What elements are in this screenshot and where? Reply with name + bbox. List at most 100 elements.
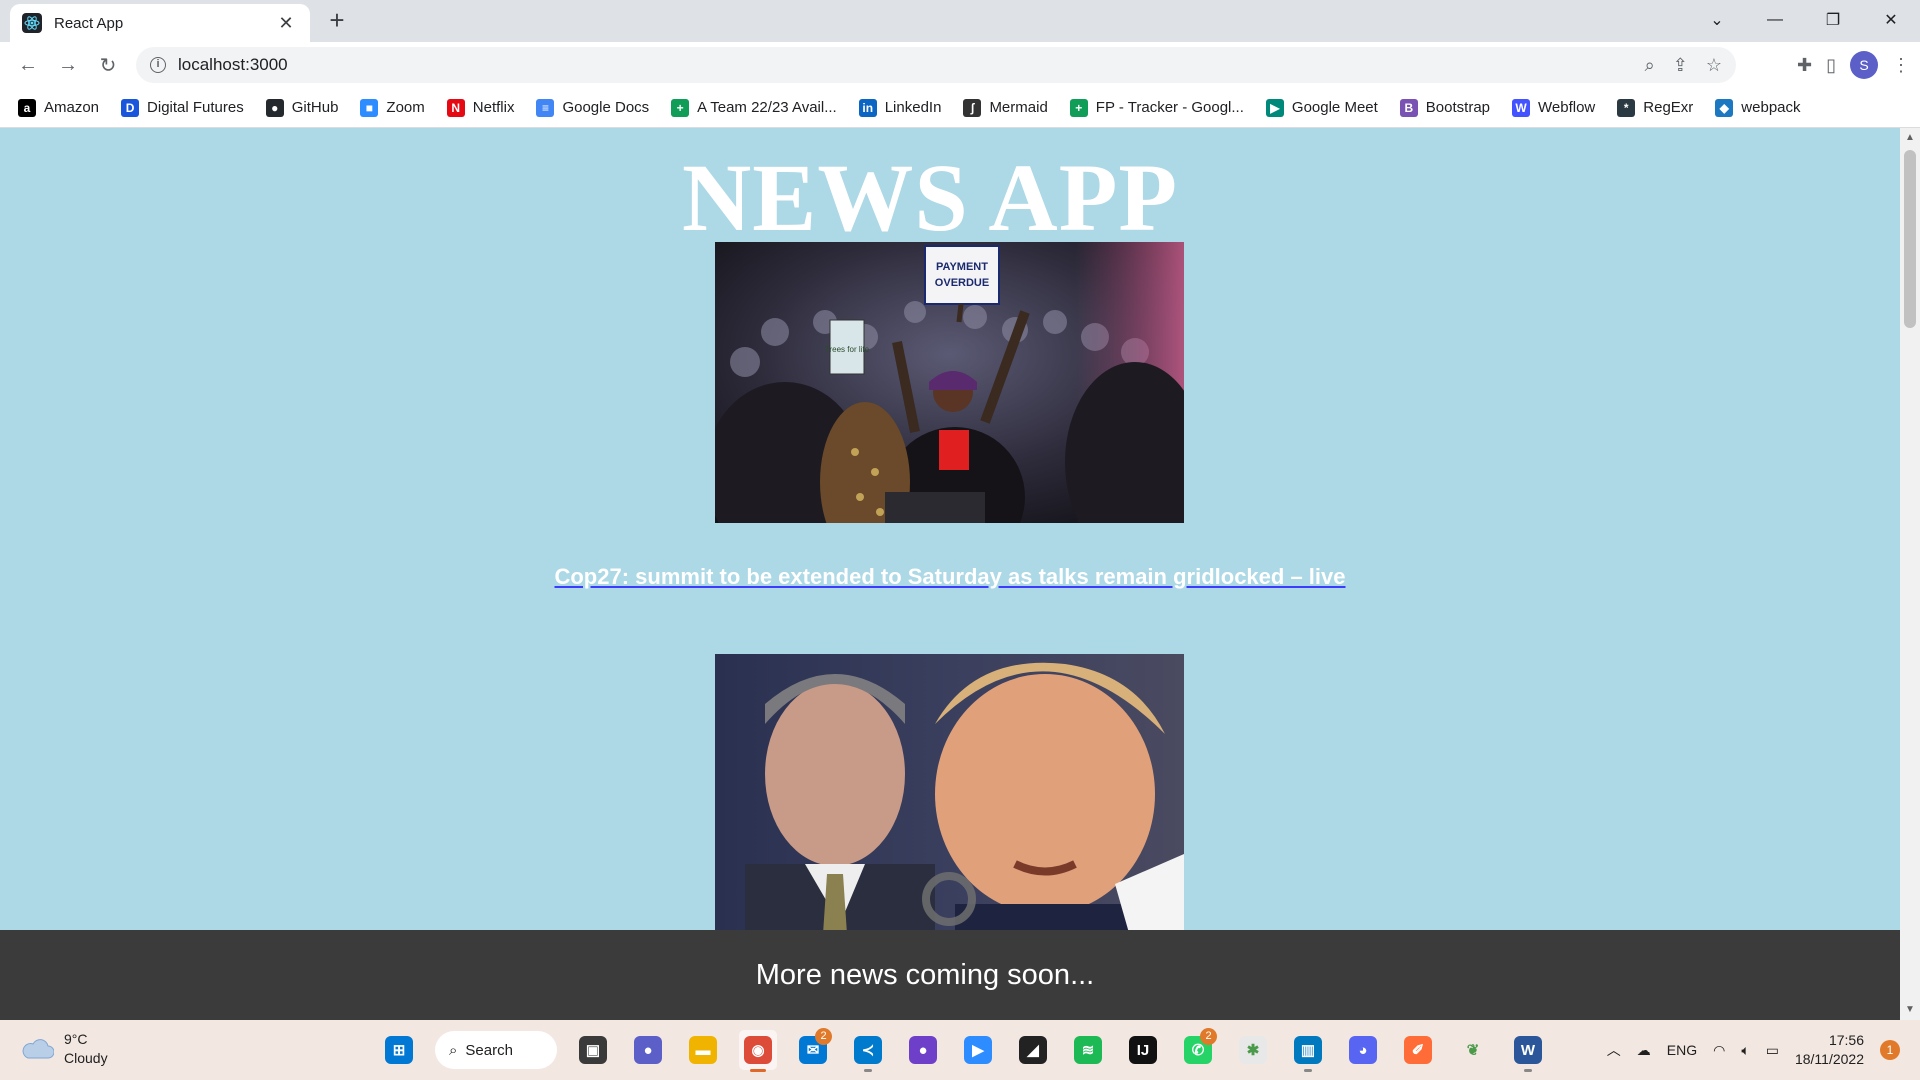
profile-avatar[interactable]: S <box>1850 51 1878 79</box>
bookmark-item[interactable]: a Amazon <box>18 98 100 117</box>
bookmark-item[interactable]: ʃ Mermaid <box>963 98 1048 117</box>
word-icon: W <box>1514 1036 1542 1064</box>
menu-icon[interactable]: ⋮ <box>1892 55 1910 76</box>
chrome-taskbar-button[interactable]: ◉ <box>739 1030 777 1072</box>
webflow-icon: W <box>1512 98 1531 117</box>
clock-date: 18/11/2022 <box>1794 1051 1864 1067</box>
bookmark-item[interactable]: ≡ Google Docs <box>536 98 650 117</box>
zoom-icon: ▶ <box>964 1036 992 1064</box>
chrome-icon: ◉ <box>744 1036 772 1064</box>
back-button[interactable]: ← <box>8 45 48 85</box>
bookmark-item[interactable]: ▶ Google Meet <box>1265 98 1378 117</box>
bookmark-item[interactable]: ● GitHub <box>265 98 338 117</box>
file-explorer-icon: ▬ <box>689 1036 717 1064</box>
side-panel-icon[interactable]: ▯ <box>1826 55 1836 76</box>
volume-icon[interactable]: 🔈︎ <box>1741 1042 1749 1059</box>
bookmark-item[interactable]: in LinkedIn <box>858 98 941 117</box>
url-text[interactable]: localhost:3000 <box>178 55 288 75</box>
task-view-icon: ▣ <box>579 1036 607 1064</box>
notification-badge[interactable]: 1 <box>1880 1040 1900 1060</box>
bookmark-item[interactable]: B Bootstrap <box>1399 98 1491 117</box>
new-tab-button[interactable]: + <box>322 6 352 36</box>
bookmark-label: Google Docs <box>562 99 650 116</box>
window-controls: ⌄ — ❐ ✕ <box>1688 0 1920 40</box>
google-sheets-icon: + <box>1069 98 1088 117</box>
browser-tab[interactable]: React App ✕ <box>10 4 310 42</box>
bookmark-item[interactable]: + FP - Tracker - Googl... <box>1069 98 1244 117</box>
digital-futures-icon: D <box>121 98 140 117</box>
bookmark-item[interactable]: W Webflow <box>1512 98 1595 117</box>
reload-button[interactable]: ↻ <box>88 45 128 85</box>
slack-taskbar-button[interactable]: ✱ <box>1234 1030 1272 1070</box>
restore-button[interactable]: ❐ <box>1804 0 1862 40</box>
bookmark-label: Bootstrap <box>1425 99 1491 116</box>
bookmark-item[interactable]: * RegExr <box>1617 98 1693 117</box>
postman-taskbar-button[interactable]: ✐ <box>1399 1030 1437 1070</box>
discord-taskbar-button[interactable]: ◕ <box>1344 1030 1382 1070</box>
minimize-button[interactable]: — <box>1746 0 1804 40</box>
intellij-icon: IJ <box>1129 1036 1157 1064</box>
teams-chat-taskbar-button[interactable]: ● <box>629 1030 667 1070</box>
running-indicator <box>1304 1069 1312 1072</box>
intellij-taskbar-button[interactable]: IJ <box>1124 1030 1162 1070</box>
regexr-icon: * <box>1617 98 1636 117</box>
close-window-button[interactable]: ✕ <box>1862 0 1920 40</box>
forward-button[interactable]: → <box>48 45 88 85</box>
mongodb-icon: ❦ <box>1459 1036 1487 1064</box>
word-taskbar-button[interactable]: W <box>1509 1030 1547 1072</box>
onedrive-icon[interactable]: ☁ <box>1637 1042 1651 1059</box>
amazon-icon: a <box>18 98 36 117</box>
taskbar-apps: ⊞ ⌕ Search ▣ ● ▬ ◉ ✉ 2 ≺ ● ▶ ◢ ≋ IJ ✆ 2 ✱ ▥ ◕ ✐ ❦ W <box>380 1028 1547 1072</box>
whatsapp-taskbar-button[interactable]: ✆ 2 <box>1179 1028 1217 1070</box>
webpack-icon: ◆ <box>1715 98 1734 117</box>
battery-icon[interactable]: ▭ <box>1766 1042 1779 1059</box>
scroll-up-arrow[interactable]: ▲ <box>1900 128 1920 148</box>
wifi-icon[interactable]: ◠ <box>1713 1042 1725 1059</box>
clock[interactable]: 17:56 18/11/2022 <box>1795 1031 1864 1069</box>
address-bar[interactable]: i localhost:3000 ⌕ ⇪ ☆ <box>136 47 1736 83</box>
bootstrap-icon: B <box>1399 98 1418 117</box>
mail-taskbar-button[interactable]: ✉ 2 <box>794 1028 832 1070</box>
scroll-down-arrow[interactable]: ▼ <box>1900 1000 1920 1020</box>
spotify-icon: ≋ <box>1074 1036 1102 1064</box>
share-icon[interactable]: ⇪ <box>1673 55 1688 76</box>
taskbar-search[interactable]: ⌕ Search <box>435 1031 557 1069</box>
file-explorer-taskbar-button[interactable]: ▬ <box>684 1030 722 1070</box>
site-info-icon[interactable]: i <box>150 57 166 73</box>
vs-code-taskbar-button[interactable]: ≺ <box>849 1030 887 1072</box>
footer-text: More news coming soon... <box>755 958 1095 991</box>
app-badge: 2 <box>815 1028 832 1045</box>
google-sheets-icon: + <box>671 98 690 117</box>
bookmark-item[interactable]: ■ Zoom <box>360 98 425 117</box>
netflix-icon: N <box>446 98 465 117</box>
scrollbar-thumb[interactable] <box>1904 150 1916 328</box>
zoom-taskbar-button[interactable]: ▶ <box>959 1030 997 1070</box>
page-scrollbar[interactable]: ▲ ▼ <box>1900 128 1920 1020</box>
weather-widget[interactable]: 9°C Cloudy <box>20 1030 108 1068</box>
language-indicator[interactable]: ENG <box>1667 1042 1697 1058</box>
extensions-icon[interactable]: ✚ <box>1797 55 1812 76</box>
bookmark-item[interactable]: + A Team 22/23 Avail... <box>671 98 837 117</box>
svg-text:OVERDUE: OVERDUE <box>935 277 989 289</box>
slack-icon: ✱ <box>1239 1036 1267 1064</box>
windows-start-icon: ⊞ <box>385 1036 413 1064</box>
zoom-icon[interactable]: ⌕ <box>1645 55 1655 76</box>
bookmark-label: Mermaid <box>989 99 1048 116</box>
tab-close-icon[interactable]: ✕ <box>274 13 298 34</box>
bookmark-item[interactable]: D Digital Futures <box>121 98 244 117</box>
bookmark-item[interactable]: N Netflix <box>446 98 514 117</box>
trello-taskbar-button[interactable]: ▥ <box>1289 1030 1327 1072</box>
bookmark-star-icon[interactable]: ☆ <box>1706 55 1722 76</box>
bookmark-label: FP - Tracker - Googl... <box>1095 99 1244 116</box>
spotify-taskbar-button[interactable]: ≋ <box>1069 1030 1107 1070</box>
chevron-up-icon[interactable]: ︿ <box>1607 1040 1621 1060</box>
bookmark-label: Amazon <box>44 99 100 116</box>
tab-search-icon[interactable]: ⌄ <box>1688 0 1746 40</box>
article-headline-link[interactable]: Cop27: summit to be extended to Saturday… <box>0 564 1900 590</box>
github-desktop-taskbar-button[interactable]: ● <box>904 1030 942 1070</box>
sticky-notes-taskbar-button[interactable]: ◢ <box>1014 1030 1052 1070</box>
mongodb-taskbar-button[interactable]: ❦ <box>1454 1030 1492 1070</box>
task-view-taskbar-button[interactable]: ▣ <box>574 1030 612 1070</box>
bookmark-item[interactable]: ◆ webpack <box>1715 98 1801 117</box>
windows-start-taskbar-button[interactable]: ⊞ <box>380 1030 418 1070</box>
